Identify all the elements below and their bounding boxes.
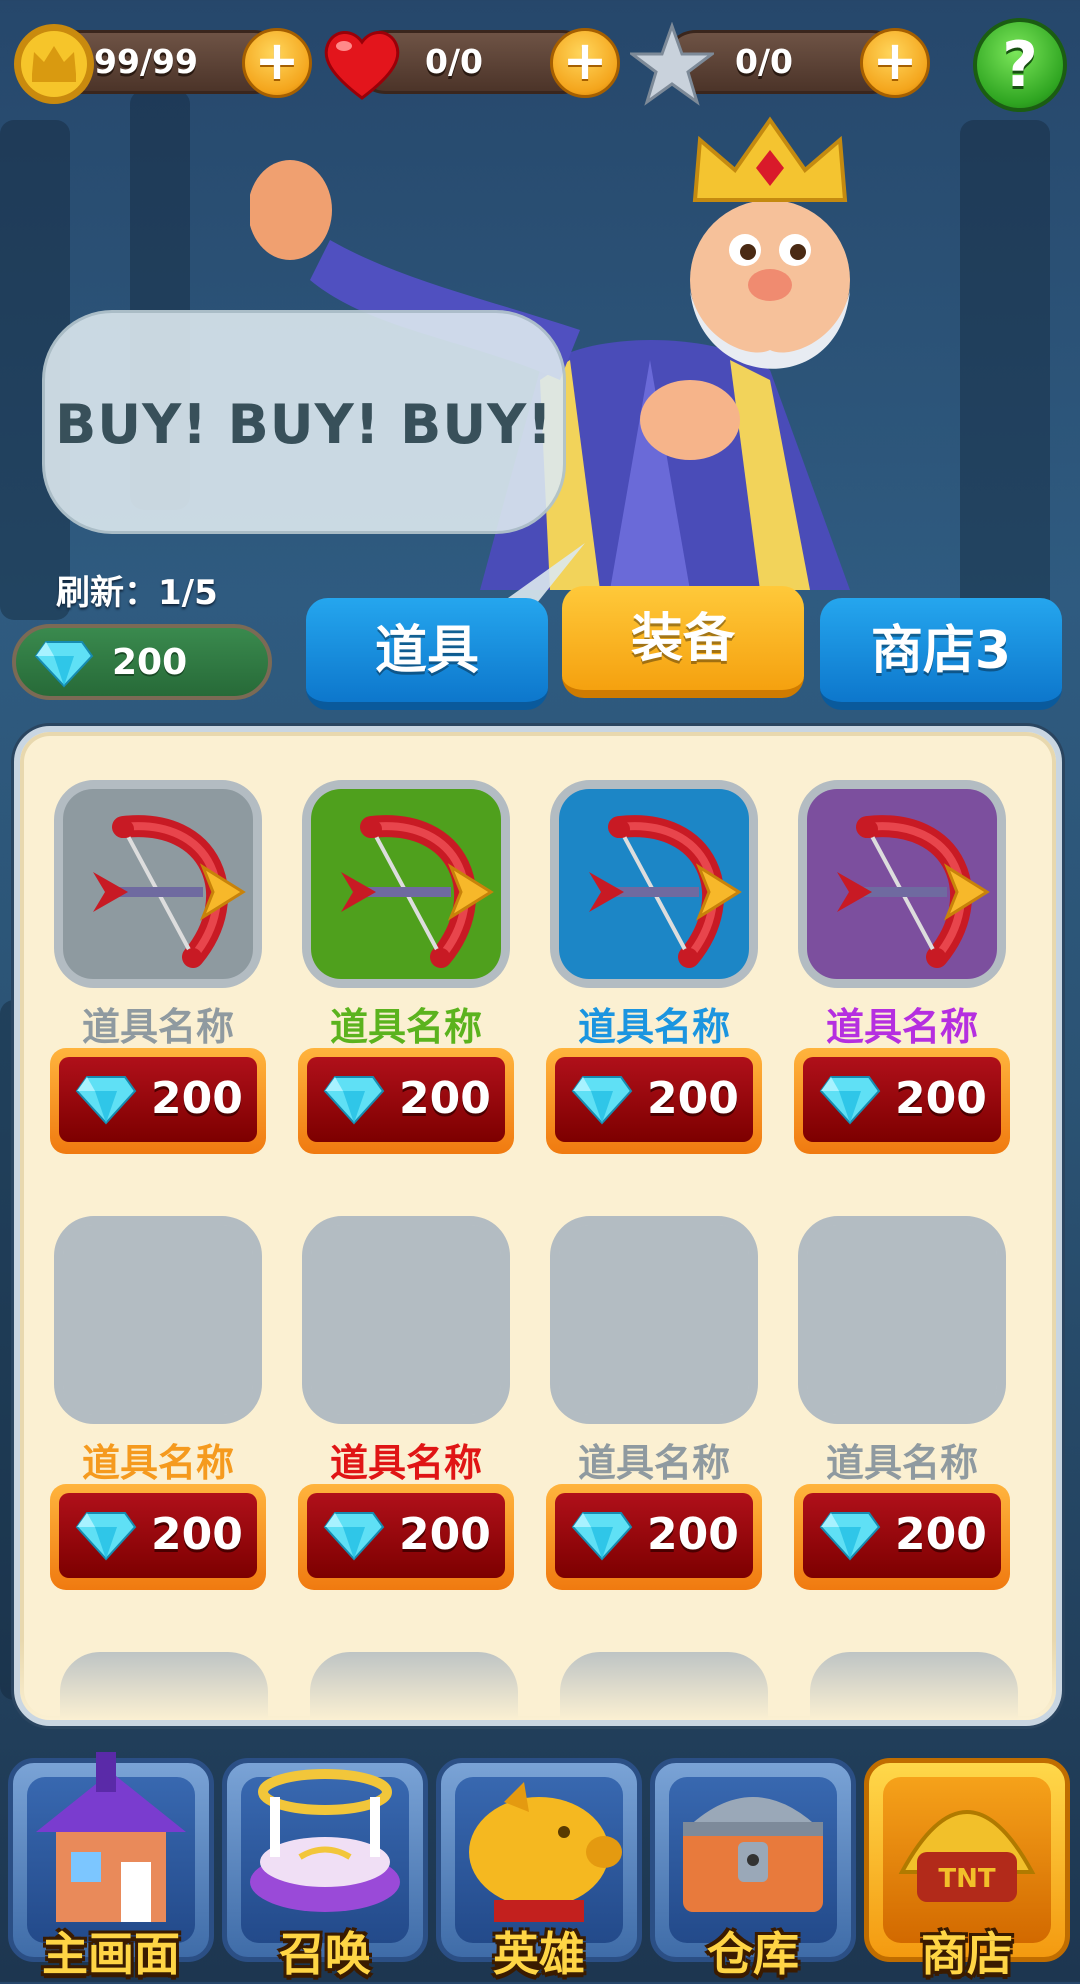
item-icon-frame[interactable]: [54, 780, 262, 988]
house-icon: [36, 1752, 186, 1922]
diamond-icon: [75, 1076, 137, 1125]
item-icon-bg: [63, 1225, 253, 1415]
item-name: 道具名称: [329, 1005, 482, 1049]
buy-button[interactable]: 200: [546, 1484, 762, 1590]
nav-label: 仓库: [707, 1927, 799, 1981]
heart-resource-bar: 0/0 +: [320, 22, 620, 104]
item-name: 道具名称: [577, 1005, 730, 1049]
bow-icon: [93, 815, 246, 968]
item-icon-bg: [807, 1225, 997, 1415]
diamond-icon: [323, 1076, 385, 1125]
summon-altar-icon: [250, 1769, 400, 1912]
item-name: 道具名称: [81, 1441, 234, 1485]
item-icon-frame[interactable]: [798, 1216, 1006, 1424]
bow-icon: [341, 815, 494, 968]
shop-item-grid: 道具名称 200 道具名称 200 道具名称 200 道具名称 200 道具名称…: [14, 726, 1062, 1726]
buy-button[interactable]: 200: [50, 1048, 266, 1154]
crown-icon: [14, 24, 94, 104]
buy-button-inner: 200: [555, 1493, 753, 1578]
diamond-icon: [34, 641, 94, 688]
diamond-icon: [571, 1076, 633, 1125]
item-price: 200: [895, 1073, 987, 1124]
add-star-button[interactable]: +: [860, 28, 930, 98]
buy-button[interactable]: 200: [794, 1484, 1010, 1590]
item-name: 道具名称: [825, 1441, 978, 1485]
nav-label: 主画面: [42, 1927, 180, 1981]
item-price: 200: [399, 1073, 491, 1124]
buy-button[interactable]: 200: [298, 1484, 514, 1590]
bow-icon: [837, 815, 990, 968]
nav-home[interactable]: 主画面: [8, 1752, 214, 1982]
buy-button[interactable]: 200: [794, 1048, 1010, 1154]
nav-label: 商店: [921, 1927, 1013, 1981]
item-icon-bg: [311, 789, 501, 979]
buy-button-inner: 200: [307, 1493, 505, 1578]
help-button[interactable]: ?: [973, 18, 1067, 112]
item-price: 200: [151, 1509, 243, 1560]
buy-button-inner: 200: [803, 1493, 1001, 1578]
item-icon-bg: [559, 789, 749, 979]
tab-shop3[interactable]: 商店3: [820, 598, 1062, 710]
add-heart-button[interactable]: +: [550, 28, 620, 98]
bow-icon: [589, 815, 742, 968]
buy-button-inner: 200: [803, 1057, 1001, 1142]
nav-warehouse[interactable]: 仓库: [650, 1752, 856, 1982]
nav-label: 召唤: [279, 1927, 371, 1981]
speech-bubble-text: BUY! BUY! BUY!: [55, 393, 553, 456]
item-name: 道具名称: [81, 1005, 234, 1049]
buy-button-inner: 200: [555, 1057, 753, 1142]
buy-button[interactable]: 200: [50, 1484, 266, 1590]
speech-bubble: BUY! BUY! BUY!: [42, 310, 585, 643]
item-name: 道具名称: [825, 1005, 978, 1049]
item-icon-bg: [63, 789, 253, 979]
buy-button-inner: 200: [307, 1057, 505, 1142]
item-icon-frame[interactable]: [798, 780, 1006, 988]
gem-balance-value: 200: [112, 642, 188, 683]
diamond-icon: [819, 1512, 881, 1561]
item-icon-bg: [807, 789, 997, 979]
item-price: 200: [399, 1509, 491, 1560]
item-icon-frame[interactable]: [550, 1216, 758, 1424]
star-resource-bar: 0/0 +: [630, 22, 930, 106]
panel-fade: [20, 1640, 1056, 1720]
buy-button-inner: 200: [59, 1057, 257, 1142]
buy-button[interactable]: 200: [546, 1048, 762, 1154]
diamond-icon: [323, 1512, 385, 1561]
tnt-shop-icon: TNT: [898, 1810, 1036, 1902]
nav-heroes[interactable]: 英雄: [436, 1752, 642, 1982]
treasure-chest-icon: [683, 1797, 823, 1912]
tab-equipment[interactable]: 装备: [562, 586, 804, 698]
tab-items[interactable]: 道具: [306, 598, 548, 710]
diamond-icon: [75, 1512, 137, 1561]
item-price: 200: [647, 1509, 739, 1560]
buy-button[interactable]: 200: [298, 1048, 514, 1154]
nav-summon[interactable]: 召唤: [222, 1752, 428, 1982]
item-icon-frame[interactable]: [302, 780, 510, 988]
item-icon-frame[interactable]: [54, 1216, 262, 1424]
svg-text:TNT: TNT: [938, 1864, 995, 1894]
add-gold-button[interactable]: +: [242, 28, 312, 98]
gem-balance: 200: [12, 624, 272, 700]
piggy-bank-icon: [469, 1782, 622, 1922]
diamond-icon: [819, 1076, 881, 1125]
nav-shop[interactable]: TNT 商店: [864, 1752, 1070, 1982]
heart-icon: [324, 31, 400, 100]
refresh-counter: 刷新：1/5: [56, 573, 218, 613]
gold-resource-bar: 99/99 +: [12, 22, 312, 104]
item-name: 道具名称: [577, 1441, 730, 1485]
star-icon: [630, 22, 714, 106]
item-icon-bg: [311, 1225, 501, 1415]
item-icon-frame[interactable]: [550, 780, 758, 988]
item-price: 200: [647, 1073, 739, 1124]
item-price: 200: [895, 1509, 987, 1560]
item-icon-frame[interactable]: [302, 1216, 510, 1424]
buy-button-inner: 200: [59, 1493, 257, 1578]
item-name: 道具名称: [329, 1441, 482, 1485]
item-price: 200: [151, 1073, 243, 1124]
item-icon-bg: [559, 1225, 749, 1415]
diamond-icon: [571, 1512, 633, 1561]
nav-label: 英雄: [493, 1927, 585, 1981]
